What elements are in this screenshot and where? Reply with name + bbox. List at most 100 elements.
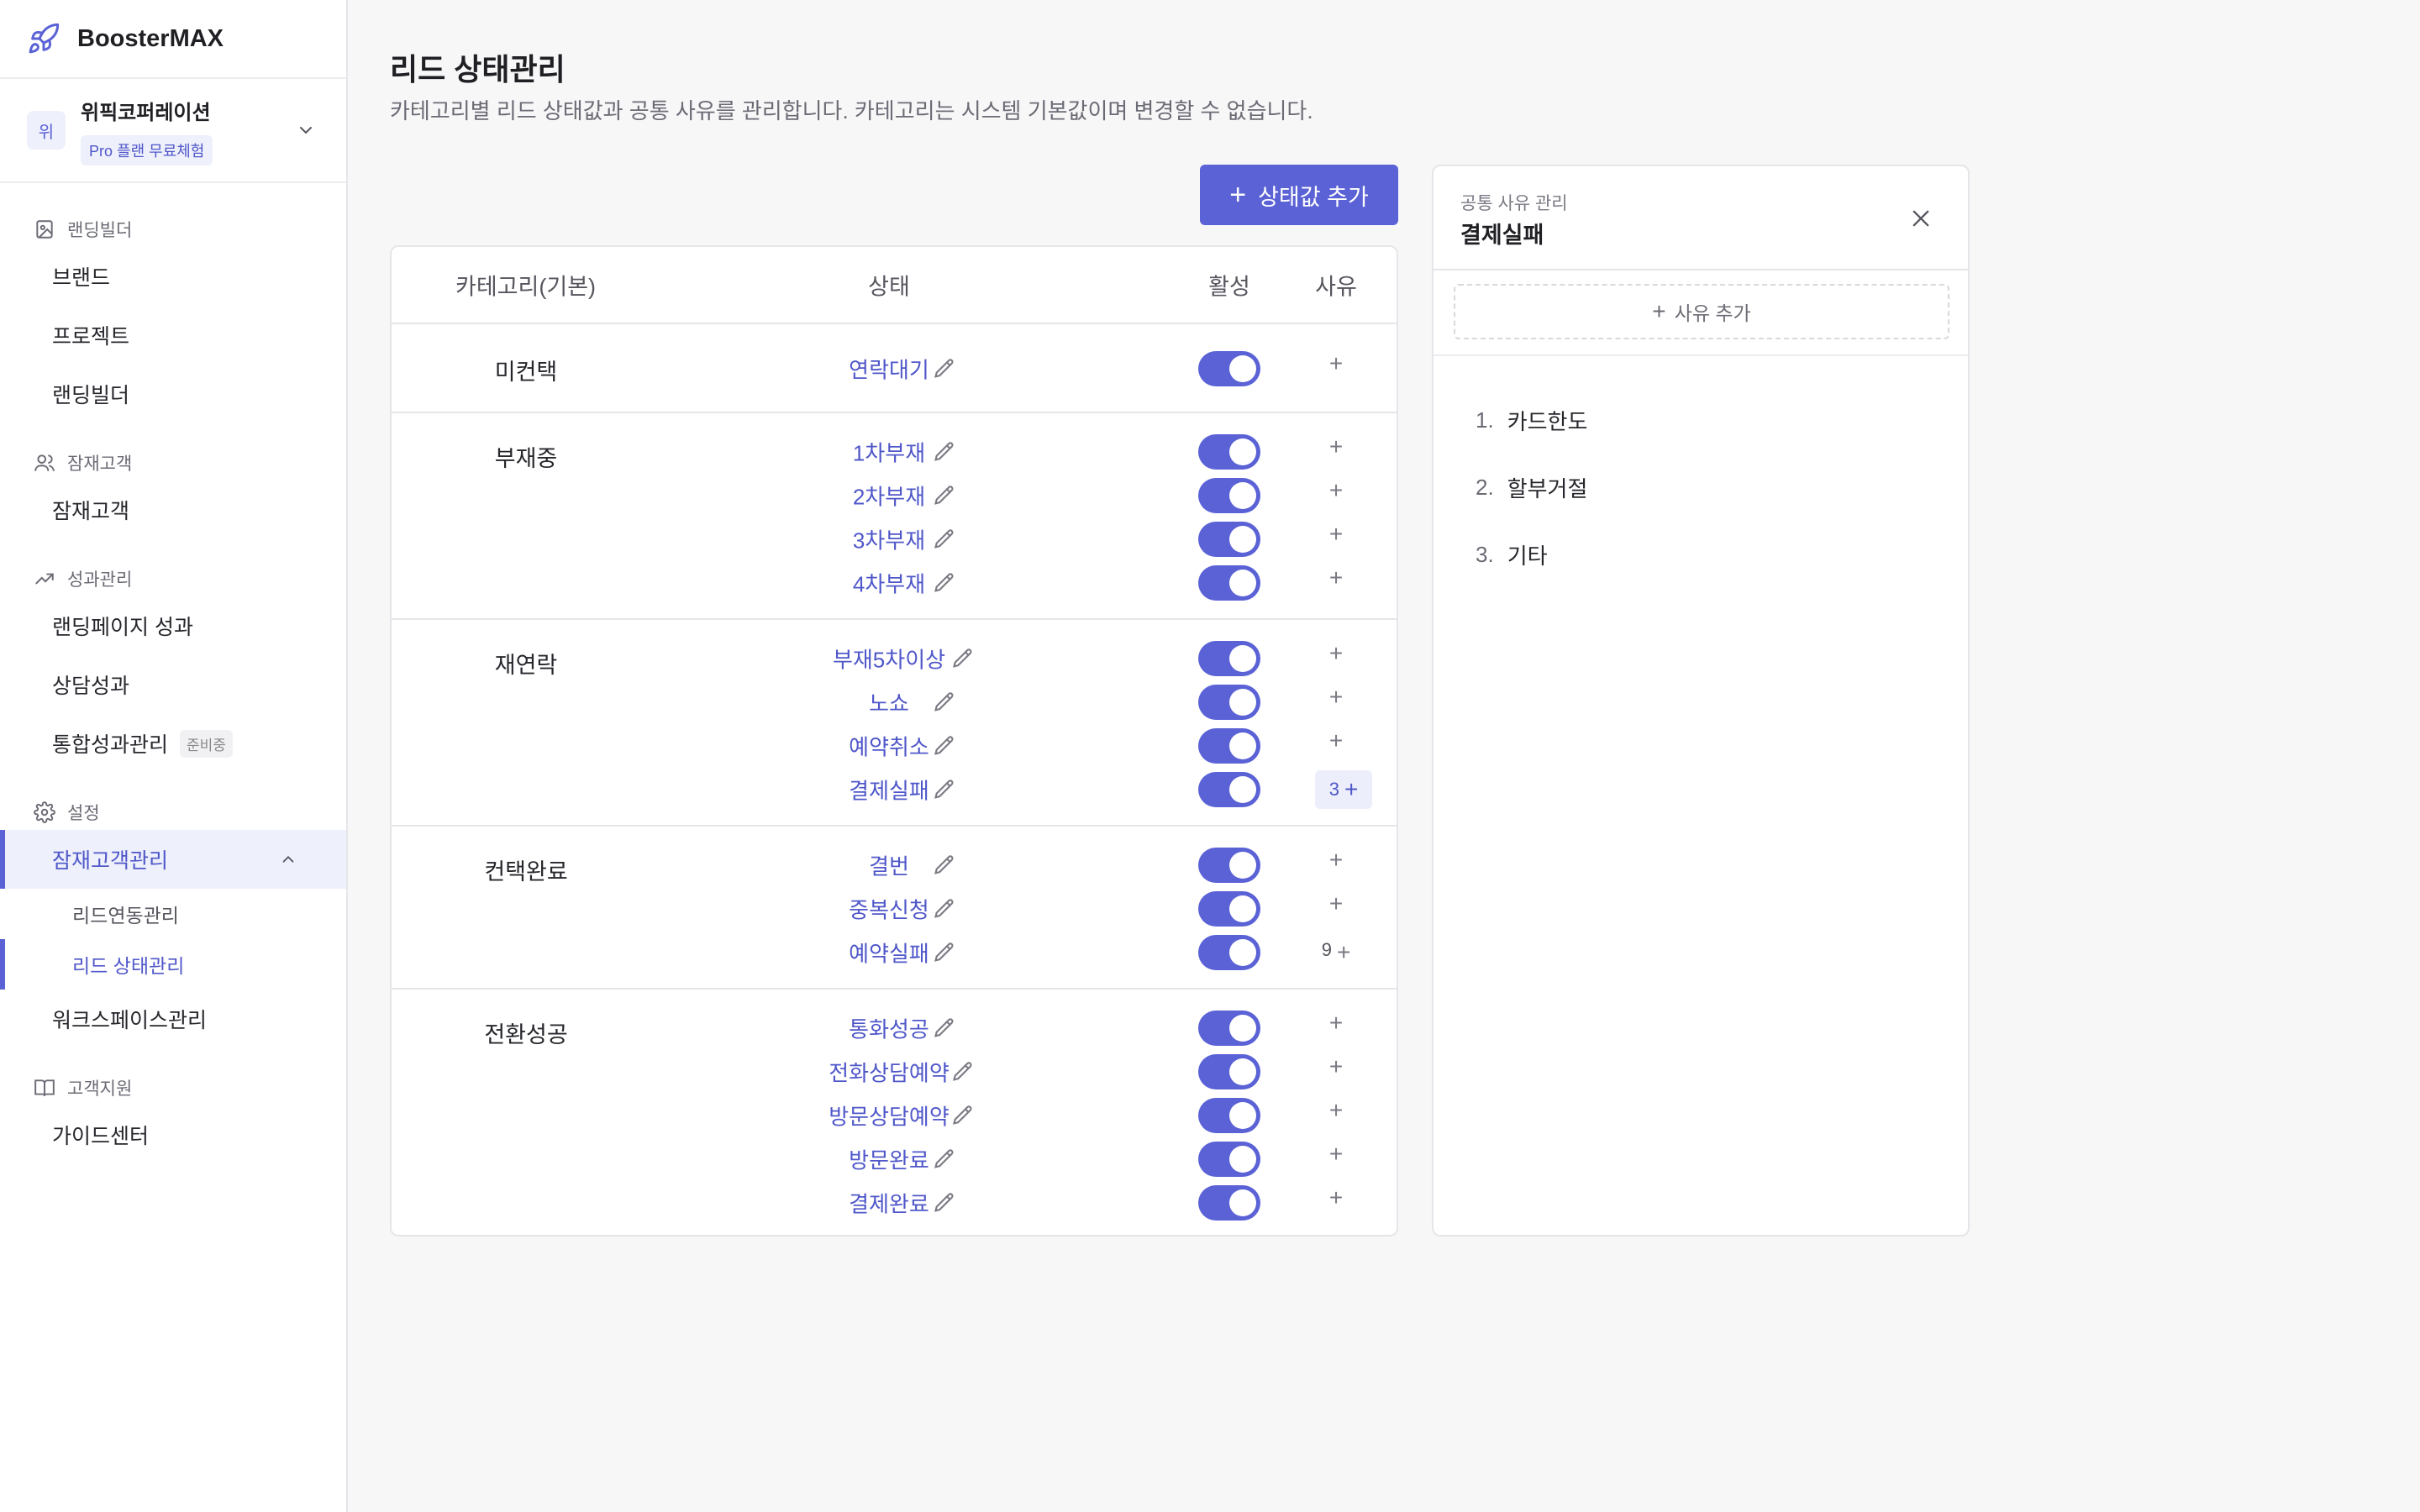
status-label[interactable]: 통화성공 [849, 1013, 929, 1044]
active-toggle[interactable] [1198, 1142, 1260, 1177]
active-toggle[interactable] [1198, 1098, 1260, 1133]
status-label[interactable]: 방문상담예약 [829, 1100, 950, 1131]
sidebar-subitem-lead-integration[interactable]: 리드연동관리 [0, 889, 346, 939]
table-row: 연락대기 + [392, 347, 1397, 391]
sidebar-item-brand[interactable]: 브랜드 [0, 247, 346, 306]
toggle-knob [1229, 689, 1256, 716]
pencil-icon[interactable] [933, 571, 956, 595]
pencil-icon[interactable] [933, 897, 956, 921]
sidebar-item-prospect-management[interactable]: 잠재고객관리 [0, 830, 346, 889]
pencil-icon[interactable] [933, 941, 956, 964]
active-toggle[interactable] [1198, 1185, 1260, 1221]
table-row: 결제완료 + [392, 1181, 1397, 1225]
status-label[interactable]: 예약실패 [849, 937, 929, 969]
list-item[interactable]: 2. 할부거절 [1476, 454, 1587, 521]
add-reason-button[interactable]: + 사유 추가 [1454, 284, 1949, 339]
active-toggle[interactable] [1198, 478, 1260, 513]
table-row: 3차부재 + [392, 517, 1397, 561]
status-label[interactable]: 결제실패 [849, 774, 929, 806]
status-label[interactable]: 예약취소 [849, 731, 929, 762]
list-item[interactable]: 3. 기타 [1476, 521, 1587, 588]
section-landing-builder: 랜딩빌더 [0, 212, 346, 247]
toggle-knob [1229, 1146, 1256, 1173]
status-label[interactable]: 노쇼 [869, 687, 909, 718]
pencil-icon[interactable] [933, 440, 956, 464]
pencil-icon[interactable] [933, 1147, 956, 1171]
active-toggle[interactable] [1198, 522, 1260, 557]
reason-number: 3. [1476, 541, 1494, 567]
add-status-button[interactable]: + 상태값 추가 [1200, 165, 1398, 225]
toggle-knob [1229, 895, 1256, 922]
status-label[interactable]: 결번 [869, 850, 909, 881]
status-label[interactable]: 방문완료 [849, 1144, 929, 1175]
sidebar-item-integrated-performance[interactable]: 통합성과관리 준비중 [0, 714, 346, 773]
pencil-icon[interactable] [933, 778, 956, 801]
active-toggle[interactable] [1198, 935, 1260, 970]
reason-add-button[interactable]: 3 + [1315, 770, 1372, 809]
toggle-knob [1229, 438, 1256, 465]
pencil-icon[interactable] [933, 528, 956, 551]
pencil-icon[interactable] [933, 690, 956, 714]
plus-icon: + [1328, 1053, 1344, 1079]
sidebar-item-consult-performance[interactable]: 상담성과 [0, 655, 346, 714]
pencil-icon[interactable] [951, 1104, 975, 1127]
status-label[interactable]: 3차부재 [853, 524, 925, 555]
trending-up-icon [35, 573, 54, 585]
sidebar-item-workspace-management[interactable]: 워크스페이스관리 [0, 990, 346, 1048]
close-icon[interactable] [1909, 207, 1933, 230]
pencil-icon[interactable] [933, 357, 956, 381]
active-toggle[interactable] [1198, 772, 1260, 807]
status-label[interactable]: 부재5차이상 [833, 643, 945, 675]
table-row: 방문상담예약 + [392, 1094, 1397, 1137]
pencil-icon[interactable] [933, 1016, 956, 1040]
status-label[interactable]: 2차부재 [853, 480, 925, 512]
chevron-up-icon [282, 855, 294, 863]
pencil-icon[interactable] [933, 1191, 956, 1215]
sidebar-subitem-lead-status[interactable]: 리드 상태관리 [0, 939, 346, 990]
table-row: 부재5차이상 + [392, 637, 1397, 680]
pencil-icon[interactable] [933, 734, 956, 758]
active-toggle[interactable] [1198, 1054, 1260, 1089]
workspace-switcher[interactable]: 위 위픽코퍼레이션 Pro 플랜 무료체험 [0, 79, 346, 183]
status-label[interactable]: 중복신청 [849, 894, 929, 925]
active-toggle[interactable] [1198, 565, 1260, 601]
active-toggle[interactable] [1198, 1011, 1260, 1046]
status-label[interactable]: 결제완료 [849, 1188, 929, 1219]
active-toggle[interactable] [1198, 891, 1260, 927]
sidebar-item-landing-builder[interactable]: 랜딩빌더 [0, 365, 346, 423]
list-item[interactable]: 1. 카드한도 [1476, 386, 1587, 454]
pencil-icon[interactable] [951, 1060, 975, 1084]
status-label[interactable]: 1차부재 [853, 437, 925, 468]
status-label[interactable]: 연락대기 [849, 354, 929, 385]
sidebar-item-prospects[interactable]: 잠재고객 [0, 480, 346, 539]
active-toggle[interactable] [1198, 685, 1260, 720]
pencil-icon[interactable] [933, 484, 956, 507]
table-row: 4차부재 + [392, 561, 1397, 605]
sidebar-item-project[interactable]: 프로젝트 [0, 306, 346, 365]
active-toggle[interactable] [1198, 434, 1260, 470]
chevron-down-icon[interactable] [296, 120, 316, 140]
brand[interactable]: BoosterMAX [0, 0, 346, 79]
section-prospects: 잠재고객 [0, 445, 346, 480]
active-toggle[interactable] [1198, 728, 1260, 764]
category-group: 부재중 1차부재 +2차부재 +3차부재 +4차부재 + [392, 413, 1397, 620]
active-toggle[interactable] [1198, 848, 1260, 883]
category-group: 컨택완료 결번 + 중복신청 + 예약실패 9 + [392, 827, 1397, 990]
active-toggle[interactable] [1198, 641, 1260, 676]
sidebar-item-guide-center[interactable]: 가이드센터 [0, 1105, 346, 1164]
status-label[interactable]: 4차부재 [853, 568, 925, 599]
plus-icon: + [1328, 350, 1344, 376]
table-row: 통화성공 + [392, 1006, 1397, 1050]
toggle-knob [1229, 570, 1256, 596]
pencil-icon[interactable] [933, 853, 956, 877]
section-settings: 설정 [0, 795, 346, 830]
pencil-icon[interactable] [951, 647, 975, 670]
sidebar-item-landing-performance[interactable]: 랜딩페이지 성과 [0, 596, 346, 655]
active-toggle[interactable] [1198, 351, 1260, 386]
page-description: 카테고리별 리드 상태값과 공통 사유를 관리합니다. 카테고리는 시스템 기본… [390, 98, 1313, 123]
reason-list: 1. 카드한도 2. 할부거절 3. 기타 [1476, 386, 1587, 588]
main-content: 리드 상태관리 카테고리별 리드 상태값과 공통 사유를 관리합니다. 카테고리… [348, 0, 2420, 1512]
col-status: 상태 [868, 274, 910, 300]
book-icon [34, 1079, 55, 1096]
status-label[interactable]: 전화상담예약 [829, 1057, 950, 1088]
